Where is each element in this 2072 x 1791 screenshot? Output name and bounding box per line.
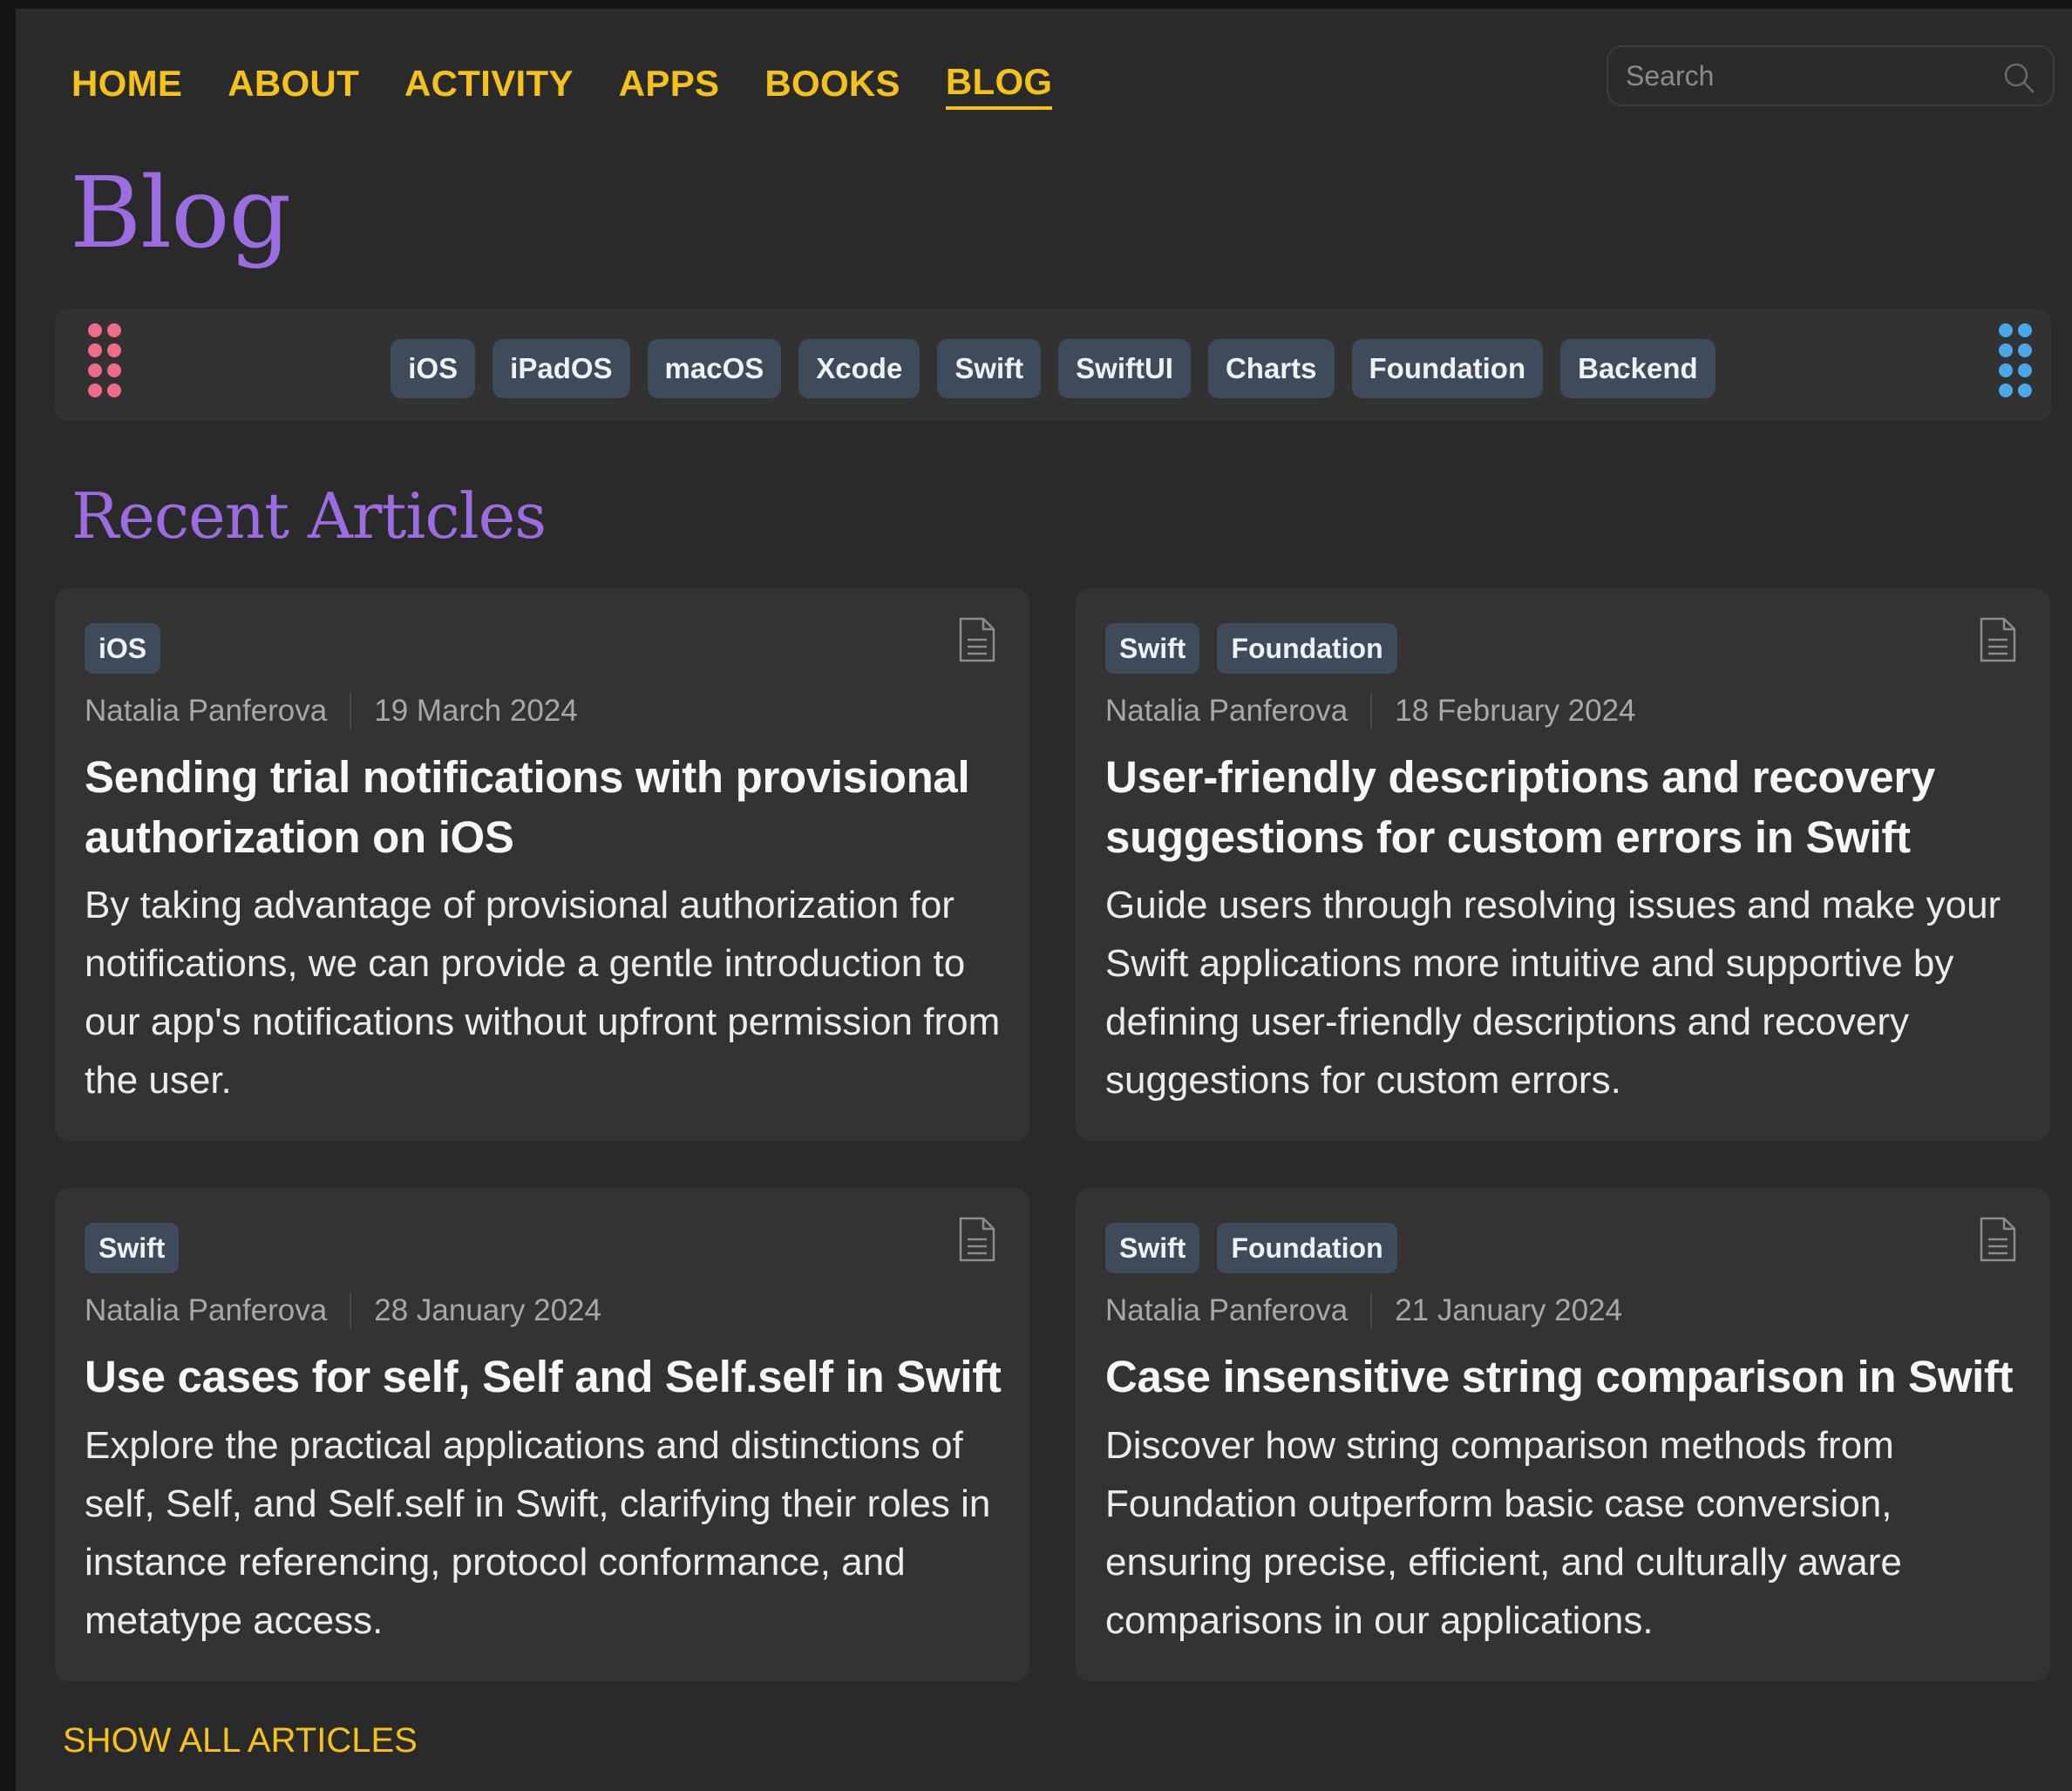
article-description: Explore the practical applications and d… — [85, 1424, 991, 1642]
article-card[interactable]: Swift Foundation Natalia Panferova 21 Ja… — [1076, 1188, 2050, 1681]
nav-home-link[interactable]: HOME — [71, 63, 182, 108]
article-tag[interactable]: Foundation — [1217, 623, 1397, 674]
article-title[interactable]: Sending trial notifications with provisi… — [85, 747, 1009, 867]
article-meta: Natalia Panferova 21 January 2024 — [1105, 1292, 1622, 1329]
article-author: Natalia Panferova — [85, 1293, 328, 1327]
article-tag[interactable]: Swift — [1105, 623, 1200, 674]
article-title[interactable]: Use cases for self, Self and Self.self i… — [85, 1347, 1009, 1407]
article-date: 19 March 2024 — [374, 694, 578, 728]
search-icon[interactable] — [2002, 61, 2035, 94]
article-card[interactable]: Swift Natalia Panferova 28 January 2024 … — [55, 1188, 1029, 1681]
article-tag[interactable]: Swift — [85, 1223, 180, 1273]
article-date: 18 February 2024 — [1395, 694, 1636, 728]
document-icon — [959, 1217, 995, 1262]
article-date: 21 January 2024 — [1395, 1293, 1622, 1327]
meta-divider — [1370, 1292, 1373, 1329]
document-icon — [1980, 1217, 2016, 1262]
nav-blog-link[interactable]: BLOG — [945, 61, 1053, 110]
search-box[interactable] — [1607, 45, 2055, 106]
nav-books-link[interactable]: BOOKS — [764, 63, 900, 108]
show-all-articles-link[interactable]: SHOW ALL ARTICLES — [63, 1721, 418, 1760]
nav-about-link[interactable]: ABOUT — [228, 63, 359, 108]
article-tags: Swift Foundation — [1105, 623, 1397, 674]
document-icon — [1980, 617, 2016, 662]
document-icon — [959, 617, 995, 662]
article-tags: iOS — [85, 623, 161, 674]
top-nav: HOME ABOUT ACTIVITY APPS BOOKS BLOG — [71, 59, 1097, 112]
tag-list: iOS iPadOS macOS Xcode Swift SwiftUI Cha… — [55, 339, 2051, 398]
tag-xcode[interactable]: Xcode — [798, 339, 921, 398]
tag-swift[interactable]: Swift — [937, 339, 1042, 398]
search-input[interactable] — [1608, 58, 1994, 93]
meta-divider — [350, 693, 352, 729]
article-description: Discover how string comparison methods f… — [1105, 1424, 1902, 1642]
meta-divider — [350, 1292, 352, 1329]
tag-ipados[interactable]: iPadOS — [493, 339, 630, 398]
dots-grid-icon — [1999, 323, 2032, 397]
tag-backend[interactable]: Backend — [1560, 339, 1715, 398]
article-tags: Swift Foundation — [1105, 1223, 1397, 1273]
article-meta: Natalia Panferova 19 March 2024 — [85, 693, 578, 729]
article-date: 28 January 2024 — [374, 1293, 601, 1327]
tag-charts[interactable]: Charts — [1207, 339, 1335, 398]
meta-divider — [1370, 693, 1373, 729]
article-description: Guide users through resolving issues and… — [1105, 884, 2001, 1102]
article-tag[interactable]: iOS — [85, 623, 161, 674]
page: HOME ABOUT ACTIVITY APPS BOOKS BLOG Blog… — [16, 9, 2072, 1791]
article-author: Natalia Panferova — [1105, 694, 1348, 728]
tag-swiftui[interactable]: SwiftUI — [1058, 339, 1191, 398]
article-tag[interactable]: Swift — [1105, 1223, 1200, 1273]
article-tag[interactable]: Foundation — [1217, 1223, 1397, 1273]
article-title[interactable]: User-friendly descriptions and recovery … — [1105, 747, 2029, 867]
tag-macos[interactable]: macOS — [647, 339, 782, 398]
article-meta: Natalia Panferova 18 February 2024 — [1105, 693, 1636, 729]
article-title[interactable]: Case insensitive string comparison in Sw… — [1105, 1347, 2029, 1407]
tag-ios[interactable]: iOS — [391, 339, 476, 398]
page-title: Blog — [70, 157, 291, 270]
section-title: Recent Articles — [71, 479, 547, 553]
article-author: Natalia Panferova — [1105, 1293, 1348, 1327]
article-meta: Natalia Panferova 28 January 2024 — [85, 1292, 601, 1329]
article-description: By taking advantage of provisional autho… — [85, 884, 1001, 1102]
article-author: Natalia Panferova — [85, 694, 328, 728]
article-card[interactable]: Swift Foundation Natalia Panferova 18 Fe… — [1076, 588, 2050, 1141]
nav-activity-link[interactable]: ACTIVITY — [404, 63, 574, 108]
tag-filter-bar: iOS iPadOS macOS Xcode Swift SwiftUI Cha… — [55, 309, 2051, 421]
tag-foundation[interactable]: Foundation — [1351, 339, 1544, 398]
article-tags: Swift — [85, 1223, 180, 1273]
article-card[interactable]: iOS Natalia Panferova 19 March 2024 Send… — [55, 588, 1029, 1141]
nav-apps-link[interactable]: APPS — [619, 63, 720, 108]
